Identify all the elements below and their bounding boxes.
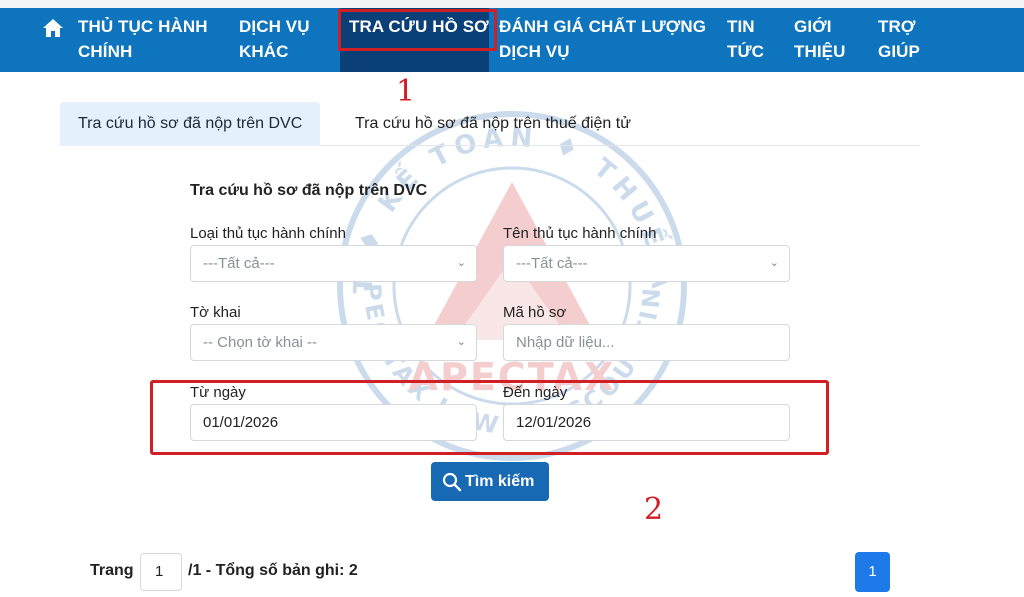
browser-top-strip (0, 0, 1024, 8)
select-value: ---Tất cả--- (516, 255, 588, 272)
nav-dich-vu-khac[interactable]: DỊCH VỤ KHÁC (239, 14, 310, 64)
page-number-input[interactable]: 1 (140, 553, 182, 591)
nav-label-line2: CHÍNH (78, 42, 133, 61)
annotation-highlight-box-1 (338, 9, 497, 51)
annotation-step-2: 2 (644, 492, 664, 527)
nav-label-line1: GIỚI (794, 17, 832, 36)
nav-label-line1: THỦ TỤC HÀNH (78, 17, 208, 36)
search-button[interactable]: Tìm kiếm (431, 462, 549, 501)
select-value: -- Chọn tờ khai -- (203, 334, 318, 351)
nav-gioi-thieu[interactable]: GIỚI THIỆU (794, 14, 846, 64)
tab-thue-dien-tu[interactable]: Tra cứu hồ sơ đã nộp trên thuế điện tử (337, 102, 649, 146)
pager-total: /1 - Tổng số bản ghi: 2 (188, 562, 358, 579)
nav-label-line2: GIÚP (878, 42, 920, 61)
nav-label-line2: KHÁC (239, 42, 289, 61)
search-button-label: Tìm kiếm (465, 473, 535, 490)
input-placeholder: Nhập dữ liệu... (516, 334, 615, 351)
label-ten-thu-tuc: Tên thủ tục hành chính (503, 225, 657, 242)
search-icon (442, 472, 462, 492)
nav-label-line1: DỊCH VỤ (239, 17, 310, 36)
pager-prefix: Trang (90, 562, 134, 579)
select-ten-thu-tuc[interactable]: ---Tất cả--- ⌄ (503, 245, 790, 282)
nav-tro-giup[interactable]: TRỢ GIÚP (878, 14, 920, 64)
nav-label-line2: TỨC (727, 42, 765, 61)
label-ma-ho-so: Mã hồ sơ (503, 304, 567, 321)
nav-label-line1: TIN (727, 17, 755, 36)
label-to-khai: Tờ khai (190, 304, 241, 321)
page-button-1[interactable]: 1 (855, 552, 890, 592)
nav-tin-tuc[interactable]: TIN TỨC (727, 14, 764, 64)
home-icon[interactable] (42, 18, 64, 38)
select-value: ---Tất cả--- (203, 255, 275, 272)
ma-ho-so-input[interactable]: Nhập dữ liệu... (503, 324, 790, 361)
nav-label-line2: THIỆU (794, 42, 846, 61)
label-loai-thu-tuc: Loại thủ tục hành chính (190, 225, 346, 242)
chevron-down-icon: ⌄ (456, 336, 466, 348)
form-title: Tra cứu hồ sơ đã nộp trên DVC (190, 182, 428, 199)
select-loai-thu-tuc[interactable]: ---Tất cả--- ⌄ (190, 245, 477, 282)
nav-label-line1: TRỢ (878, 17, 916, 36)
select-to-khai[interactable]: -- Chọn tờ khai -- ⌄ (190, 324, 477, 361)
search-tabs: Tra cứu hồ sơ đã nộp trên DVC Tra cứu hồ… (60, 102, 920, 146)
annotation-highlight-box-2 (150, 380, 829, 455)
chevron-down-icon: ⌄ (456, 257, 466, 269)
nav-label-line2: DỊCH VỤ (499, 42, 570, 61)
tab-dvc[interactable]: Tra cứu hồ sơ đã nộp trên DVC (60, 102, 321, 146)
nav-thu-tuc-hanh-chinh[interactable]: THỦ TỤC HÀNH CHÍNH (78, 14, 208, 64)
nav-danh-gia-chat-luong[interactable]: ĐÁNH GIÁ CHẤT LƯỢNG DỊCH VỤ (499, 14, 706, 64)
nav-label-line1: ĐÁNH GIÁ CHẤT LƯỢNG (499, 17, 707, 36)
chevron-down-icon: ⌄ (769, 257, 779, 269)
